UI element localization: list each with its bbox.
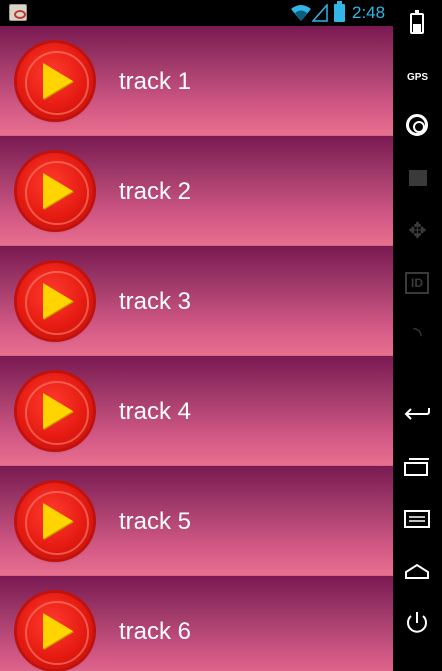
play-button-icon[interactable] <box>17 483 93 559</box>
clapper-icon <box>409 170 427 186</box>
track-label: track 4 <box>119 398 192 425</box>
recent-apps-icon[interactable] <box>403 457 431 477</box>
track-row-4[interactable]: track 4 <box>0 356 393 466</box>
play-triangle-icon <box>43 393 73 429</box>
rss-icon: ◝ <box>413 322 422 347</box>
play-button-icon[interactable] <box>17 373 93 449</box>
play-button-icon[interactable] <box>17 43 93 119</box>
track-label: track 2 <box>119 178 192 205</box>
play-button-icon[interactable] <box>17 263 93 339</box>
play-triangle-icon <box>43 613 73 649</box>
clock: 2:48 <box>352 3 386 22</box>
back-icon[interactable] <box>403 402 431 422</box>
home-icon[interactable] <box>403 561 431 581</box>
track-label: track 1 <box>119 68 192 95</box>
play-button-icon[interactable] <box>17 153 93 229</box>
wifi-icon <box>291 5 311 21</box>
track-row-6[interactable]: track 6 <box>0 576 393 671</box>
track-list: track 1 track 2 track 3 track 4 track 5 … <box>0 26 393 671</box>
track-label: track 6 <box>119 618 192 645</box>
battery-icon[interactable] <box>410 10 424 34</box>
track-row-3[interactable]: track 3 <box>0 246 393 356</box>
dpad-icon: ✥ <box>408 218 427 243</box>
id-icon: ID <box>405 272 429 294</box>
notification-icon <box>9 4 27 21</box>
track-row-5[interactable]: track 5 <box>0 466 393 576</box>
play-button-icon[interactable] <box>17 593 93 669</box>
play-triangle-icon <box>43 503 73 539</box>
status-bar: 2:48 <box>0 0 393 26</box>
menu-icon[interactable] <box>403 509 431 529</box>
power-icon[interactable] <box>403 610 431 636</box>
track-label: track 3 <box>119 288 192 315</box>
gps-icon[interactable]: GPS <box>393 72 442 83</box>
signal-icon <box>312 4 328 22</box>
screen: 2:48 track 1 track 2 track 3 track 4 tra… <box>0 0 442 671</box>
play-triangle-icon <box>43 283 73 319</box>
webcam-icon[interactable] <box>406 114 428 136</box>
track-label: track 5 <box>119 508 192 535</box>
play-triangle-icon <box>43 173 73 209</box>
track-row-2[interactable]: track 2 <box>0 136 393 246</box>
battery-icon <box>334 1 345 22</box>
track-row-1[interactable]: track 1 <box>0 26 393 136</box>
play-triangle-icon <box>43 63 73 99</box>
